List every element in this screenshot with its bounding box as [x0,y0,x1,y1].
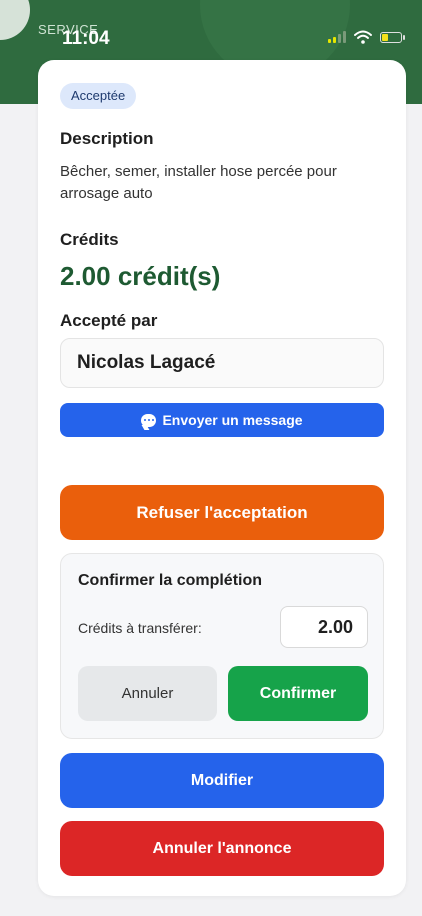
refuse-acceptance-button[interactable]: Refuser l'acceptation [60,485,384,540]
cancel-listing-button[interactable]: Annuler l'annonce [60,821,384,876]
wifi-icon [354,30,372,44]
credits-transfer-input[interactable] [280,606,368,648]
signal-icon [328,31,346,43]
header-decoration [0,0,30,40]
battery-icon [380,31,405,43]
transfer-label: Crédits à transférer: [78,620,202,636]
accepted-by-label: Accepté par [60,311,158,330]
completion-title: Confirmer la complétion [78,572,263,589]
credits-label: Crédits [60,230,119,249]
description-text: Bêcher, semer, installer hose percée pou… [60,163,337,202]
status-icons [328,30,405,44]
status-badge: Acceptée [60,83,137,109]
completion-panel: Confirmer la complétion Crédits à transf… [60,553,384,739]
send-message-label: Envoyer un message [162,412,303,428]
cancel-completion-button[interactable]: Annuler [78,666,217,721]
credits-value: 2.00 crédit(s) [60,261,221,291]
request-card: Acceptée Description Bêcher, semer, inst… [38,60,406,896]
chat-bubble-icon [141,413,157,427]
status-time: 11:04 [62,28,110,49]
send-message-button[interactable]: Envoyer un message [60,403,384,437]
confirm-completion-button[interactable]: Confirmer [228,666,368,721]
accepted-by-name: Nicolas Lagacé [60,338,384,388]
modify-button[interactable]: Modifier [60,753,384,808]
description-label: Description [60,129,154,148]
